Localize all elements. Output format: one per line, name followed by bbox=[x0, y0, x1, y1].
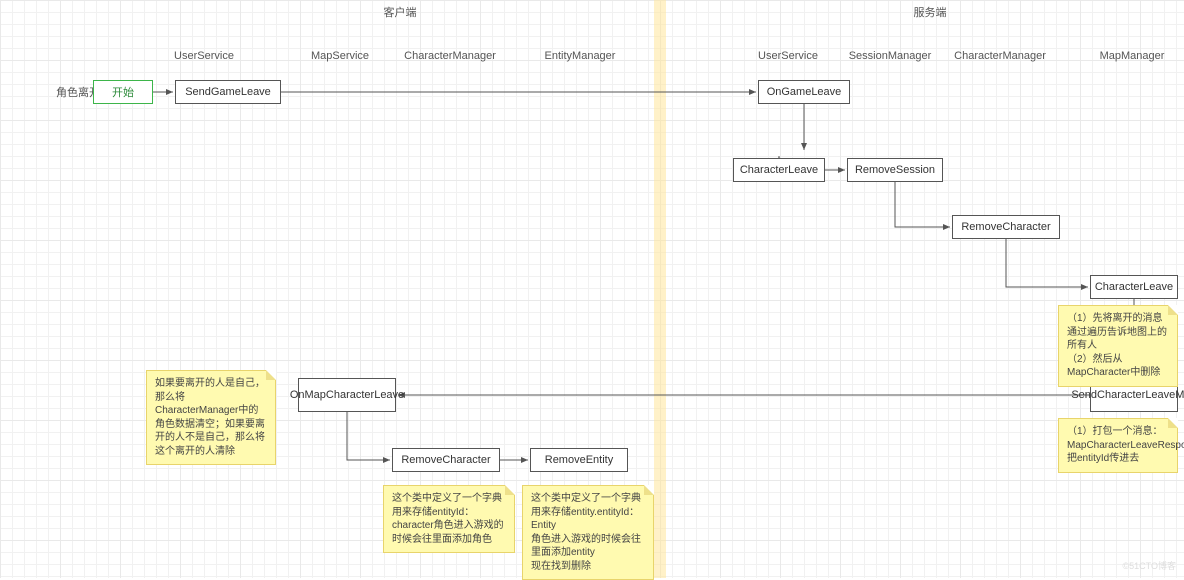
node-on-game-leave-label: OnGameLeave bbox=[767, 86, 842, 98]
note-on-map-char-leave: 如果要离开的人是自己，那么将CharacterManager中的角色数据清空；如… bbox=[146, 370, 276, 465]
node-on-game-leave: OnGameLeave bbox=[758, 80, 850, 104]
node-send-game-leave: SendGameLeave bbox=[175, 80, 281, 104]
col-client-charmgr: CharacterManager bbox=[404, 50, 496, 62]
node-send-char-leave-map-label: SendCharacterLeaveMap bbox=[1071, 389, 1184, 401]
col-client-userservice: UserService bbox=[174, 50, 234, 62]
node-character-leave-1-label: CharacterLeave bbox=[740, 164, 818, 176]
node-remove-session: RemoveSession bbox=[847, 158, 943, 182]
col-client-entmgr: EntityManager bbox=[545, 50, 616, 62]
section-divider bbox=[654, 0, 666, 578]
node-remove-entity-label: RemoveEntity bbox=[545, 454, 613, 466]
section-title-server: 服务端 bbox=[914, 4, 947, 20]
node-remove-character-s: RemoveCharacter bbox=[952, 215, 1060, 239]
node-character-leave-1: CharacterLeave bbox=[733, 158, 825, 182]
col-server-charmgr: CharacterManager bbox=[954, 50, 1046, 62]
node-character-leave-2: CharacterLeave bbox=[1090, 275, 1178, 299]
node-remove-session-label: RemoveSession bbox=[855, 164, 935, 176]
node-start-label: 开始 bbox=[112, 84, 134, 100]
node-start: 开始 bbox=[93, 80, 153, 104]
node-character-leave-2-label: CharacterLeave bbox=[1095, 281, 1173, 293]
node-remove-entity: RemoveEntity bbox=[530, 448, 628, 472]
note-remove-entity: 这个类中定义了一个字典用来存储entity.entityId：Entity角色进… bbox=[522, 485, 654, 580]
note-char-leave-2: （1）先将离开的消息通过遍历告诉地图上的所有人（2）然后从MapCharacte… bbox=[1058, 305, 1178, 387]
col-client-mapservice: MapService bbox=[311, 50, 369, 62]
note-remove-character-c: 这个类中定义了一个字典用来存储entityId：character角色进入游戏的… bbox=[383, 485, 515, 553]
node-send-game-leave-label: SendGameLeave bbox=[185, 86, 271, 98]
node-remove-character-c: RemoveCharacter bbox=[392, 448, 500, 472]
col-server-mapmgr: MapManager bbox=[1100, 50, 1165, 62]
node-on-map-char-leave-label: OnMapCharacterLeave bbox=[290, 389, 404, 401]
col-server-sessmgr: SessionManager bbox=[849, 50, 932, 62]
node-on-map-char-leave: OnMapCharacterLeave bbox=[298, 378, 396, 412]
col-server-userservice: UserService bbox=[758, 50, 818, 62]
node-remove-character-c-label: RemoveCharacter bbox=[401, 454, 490, 466]
node-remove-character-s-label: RemoveCharacter bbox=[961, 221, 1050, 233]
section-title-client: 客户端 bbox=[384, 4, 417, 20]
watermark: ©51CTO博客 bbox=[1123, 559, 1176, 572]
note-send-char-leave-map: （1）打包一个消息：MapCharacterLeaveResponse，把ent… bbox=[1058, 418, 1178, 473]
